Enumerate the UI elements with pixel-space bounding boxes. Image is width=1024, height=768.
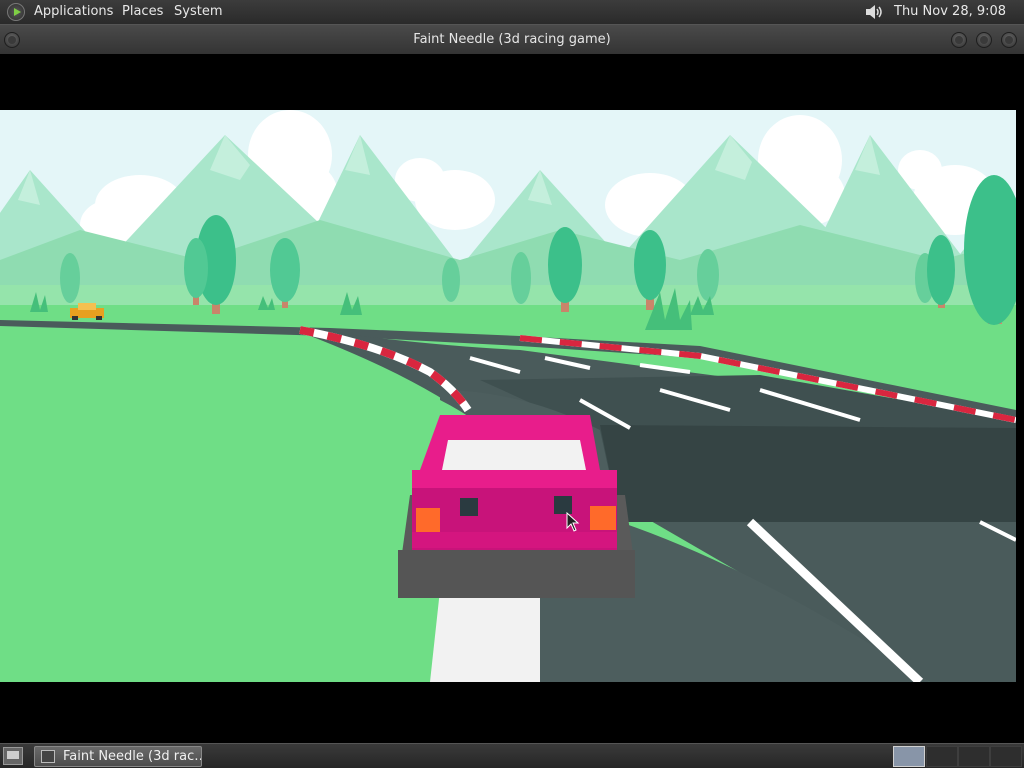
workspace-4[interactable]: [990, 746, 1022, 767]
close-button[interactable]: [1001, 32, 1017, 48]
top-panel: Applications Places System Thu Nov 28, 9…: [0, 0, 1024, 43]
minimize-button[interactable]: [951, 32, 967, 48]
workspace-2[interactable]: [926, 746, 958, 767]
workspace-3[interactable]: [958, 746, 990, 767]
bottom-taskbar: Faint Needle (3d rac…: [0, 743, 1024, 768]
road-edge-band: [430, 590, 540, 682]
overpass-side: [600, 425, 1016, 522]
system-menu[interactable]: System: [174, 0, 222, 24]
workspace-1[interactable]: [893, 746, 925, 767]
applications-logo-icon[interactable]: [7, 3, 25, 21]
applications-menu[interactable]: Applications: [34, 0, 113, 24]
window-titlebar[interactable]: Faint Needle (3d racing game): [0, 24, 1024, 54]
mouse-cursor-icon: [566, 512, 580, 532]
volume-icon[interactable]: [864, 3, 886, 21]
taskbar-window-button[interactable]: Faint Needle (3d rac…: [34, 746, 202, 767]
game-viewport[interactable]: [0, 110, 1016, 682]
places-menu[interactable]: Places: [122, 0, 163, 24]
taskbar-window-label: Faint Needle (3d rac…: [63, 749, 202, 764]
show-desktop-icon[interactable]: [3, 747, 23, 765]
window-title: Faint Needle (3d racing game): [413, 32, 611, 47]
window-icon: [41, 750, 55, 763]
maximize-button[interactable]: [976, 32, 992, 48]
